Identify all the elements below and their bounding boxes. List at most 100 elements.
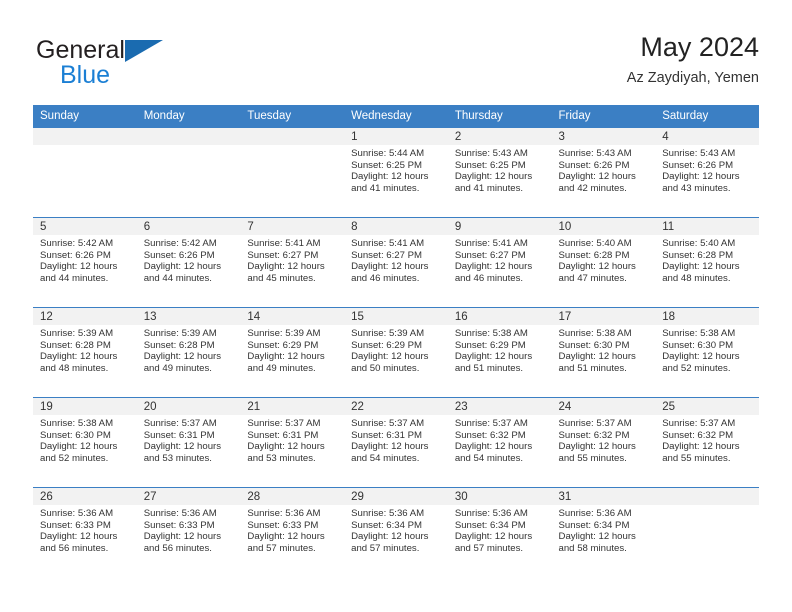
day-sunset-text: Sunset: 6:29 PM [247,339,319,351]
day-daylight-1-text: Daylight: 12 hours [558,441,636,453]
day-sun-info: Sunrise: 5:41 AM Sunset: 6:27 PM Daylight:… [240,235,344,284]
day-number: 20 [136,398,241,415]
day-number [240,128,345,145]
calendar-day-cell[interactable]: 22 Sunrise: 5:37 AM Sunset: 6:31 PM Dayligh… [344,397,448,488]
calendar-day-cell[interactable]: 13 Sunrise: 5:39 AM Sunset: 6:28 PM Dayligh… [136,307,241,398]
day-sunset-text: Sunset: 6:29 PM [454,339,526,351]
day-sun-info [33,145,137,148]
day-cell-content: 12 Sunrise: 5:39 AM Sunset: 6:28 PM Dayligh… [33,308,137,396]
calendar-day-cell[interactable]: 1 Sunrise: 5:44 AM Sunset: 6:25 PM Daylight… [344,127,448,218]
calendar-day-cell[interactable]: 23 Sunrise: 5:37 AM Sunset: 6:32 PM Dayligh… [447,397,552,488]
day-cell-content: 10 Sunrise: 5:40 AM Sunset: 6:28 PM Dayligh… [551,218,656,306]
day-sunset-text: Sunset: 6:28 PM [40,339,111,351]
calendar-day-cell[interactable]: 29 Sunrise: 5:36 AM Sunset: 6:34 PM Dayligh… [344,487,448,578]
calendar-day-cell[interactable]: 17 Sunrise: 5:38 AM Sunset: 6:30 PM Dayligh… [551,307,656,398]
day-daylight-1-text: Daylight: 12 hours [143,351,222,363]
calendar-day-cell[interactable]: 6 Sunrise: 5:42 AM Sunset: 6:26 PM Daylight… [136,217,241,308]
calendar-day-cell[interactable]: 12 Sunrise: 5:39 AM Sunset: 6:28 PM Dayligh… [33,307,137,398]
day-cell-content: 16 Sunrise: 5:38 AM Sunset: 6:29 PM Dayligh… [447,308,552,396]
day-cell-content: 24 Sunrise: 5:37 AM Sunset: 6:32 PM Dayligh… [551,398,656,486]
day-cell-content: 15 Sunrise: 5:39 AM Sunset: 6:29 PM Dayligh… [344,308,448,396]
calendar-day-cell[interactable]: 10 Sunrise: 5:40 AM Sunset: 6:28 PM Dayligh… [551,217,656,308]
day-number: 6 [136,218,241,235]
day-cell-content [136,128,241,216]
day-sunset-text: Sunset: 6:31 PM [143,429,215,441]
day-sunset-text: Sunset: 6:27 PM [351,249,423,261]
day-cell-content: 5 Sunrise: 5:42 AM Sunset: 6:26 PM Daylight… [33,218,137,306]
calendar-day-cell[interactable]: 28 Sunrise: 5:36 AM Sunset: 6:33 PM Dayligh… [240,487,345,578]
day-sun-info: Sunrise: 5:42 AM Sunset: 6:26 PM Daylight:… [33,235,137,284]
calendar-day-cell[interactable]: 21 Sunrise: 5:37 AM Sunset: 6:31 PM Dayligh… [240,397,345,488]
day-sunrise-text: Sunrise: 5:42 AM [143,238,217,249]
day-number: 26 [33,488,137,505]
calendar-day-cell[interactable]: 27 Sunrise: 5:36 AM Sunset: 6:33 PM Dayligh… [136,487,241,578]
calendar-day-cell[interactable]: 19 Sunrise: 5:38 AM Sunset: 6:30 PM Dayligh… [33,397,137,488]
calendar-day-cell[interactable]: 24 Sunrise: 5:37 AM Sunset: 6:32 PM Dayligh… [551,397,656,488]
calendar-day-cell[interactable]: 30 Sunrise: 5:36 AM Sunset: 6:34 PM Dayligh… [447,487,552,578]
weekday-header-tuesday: Tuesday [240,105,345,128]
calendar-day-cell[interactable]: 16 Sunrise: 5:38 AM Sunset: 6:29 PM Dayligh… [447,307,552,398]
day-sunrise-text: Sunrise: 5:39 AM [143,328,217,339]
calendar-day-cell[interactable]: 3 Sunrise: 5:43 AM Sunset: 6:26 PM Daylight… [551,127,656,218]
day-number: 14 [240,308,345,325]
day-sunrise-text: Sunrise: 5:41 AM [351,238,425,249]
day-daylight-2-text: and 43 minutes. [662,182,731,194]
day-cell-content: 14 Sunrise: 5:39 AM Sunset: 6:29 PM Dayligh… [240,308,345,396]
day-sunset-text: Sunset: 6:28 PM [662,249,734,261]
calendar-day-cell[interactable]: 14 Sunrise: 5:39 AM Sunset: 6:29 PM Dayligh… [240,307,345,398]
day-daylight-2-text: and 57 minutes. [454,542,524,554]
title-block: May 2024 Az Zaydiyah, Yemen [627,30,759,89]
day-number: 12 [33,308,137,325]
day-sun-info [240,145,344,148]
calendar-day-cell[interactable]: 7 Sunrise: 5:41 AM Sunset: 6:27 PM Daylight… [240,217,345,308]
day-sunrise-text: Sunrise: 5:43 AM [454,148,528,159]
day-sun-info: Sunrise: 5:37 AM Sunset: 6:32 PM Daylight:… [448,415,552,464]
day-daylight-2-text: and 55 minutes. [662,452,731,464]
day-sunset-text: Sunset: 6:26 PM [143,249,215,261]
day-daylight-2-text: and 54 minutes. [454,452,524,464]
day-daylight-2-text: and 56 minutes. [40,542,109,554]
day-daylight-1-text: Daylight: 12 hours [247,441,325,453]
calendar-day-cell[interactable]: 15 Sunrise: 5:39 AM Sunset: 6:29 PM Dayligh… [344,307,448,398]
day-sun-info: Sunrise: 5:44 AM Sunset: 6:25 PM Daylight:… [344,145,448,194]
logo-text-general: General [36,36,125,64]
calendar-day-cell[interactable]: 26 Sunrise: 5:36 AM Sunset: 6:33 PM Dayligh… [33,487,137,578]
calendar-day-cell[interactable]: 5 Sunrise: 5:42 AM Sunset: 6:26 PM Daylight… [33,217,137,308]
day-cell-content: 25 Sunrise: 5:37 AM Sunset: 6:32 PM Dayligh… [655,398,759,486]
day-daylight-1-text: Daylight: 12 hours [247,351,325,363]
blue-triangle-icon [125,40,163,62]
calendar-day-cell[interactable]: 8 Sunrise: 5:41 AM Sunset: 6:27 PM Daylight… [344,217,448,308]
day-cell-content [33,128,137,216]
calendar-day-cell[interactable]: 11 Sunrise: 5:40 AM Sunset: 6:28 PM Dayligh… [655,217,759,308]
day-sun-info: Sunrise: 5:37 AM Sunset: 6:31 PM Daylight:… [240,415,344,464]
day-number: 29 [344,488,448,505]
day-number: 30 [447,488,552,505]
day-sunset-text: Sunset: 6:34 PM [351,519,423,531]
weekday-header-wednesday: Wednesday [344,105,448,128]
calendar-day-cell[interactable]: 9 Sunrise: 5:41 AM Sunset: 6:27 PM Daylight… [447,217,552,308]
calendar-day-cell[interactable]: 31 Sunrise: 5:36 AM Sunset: 6:34 PM Dayligh… [551,487,656,578]
day-sunset-text: Sunset: 6:30 PM [662,339,734,351]
day-cell-content [655,488,759,576]
calendar-day-cell[interactable]: 18 Sunrise: 5:38 AM Sunset: 6:30 PM Dayligh… [655,307,759,398]
day-sunrise-text: Sunrise: 5:36 AM [454,508,528,519]
day-daylight-2-text: and 52 minutes. [40,452,109,464]
day-sunrise-text: Sunrise: 5:43 AM [558,148,632,159]
day-daylight-2-text: and 49 minutes. [247,362,316,374]
weekday-header-friday: Friday [551,105,656,128]
day-sun-info: Sunrise: 5:38 AM Sunset: 6:30 PM Daylight:… [552,325,656,374]
day-daylight-1-text: Daylight: 12 hours [351,531,429,543]
day-number: 15 [344,308,448,325]
day-sunrise-text: Sunrise: 5:44 AM [351,148,425,159]
day-daylight-2-text: and 41 minutes. [454,182,524,194]
day-sunrise-text: Sunrise: 5:43 AM [662,148,736,159]
calendar-day-cell[interactable]: 20 Sunrise: 5:37 AM Sunset: 6:31 PM Dayligh… [136,397,241,488]
day-sunrise-text: Sunrise: 5:41 AM [454,238,528,249]
logo-text-blue: Blue [60,61,111,89]
day-daylight-2-text: and 46 minutes. [454,272,524,284]
calendar-day-cell[interactable]: 2 Sunrise: 5:43 AM Sunset: 6:25 PM Daylight… [447,127,552,218]
calendar-day-cell[interactable]: 25 Sunrise: 5:37 AM Sunset: 6:32 PM Dayligh… [655,397,759,488]
calendar-day-cell[interactable]: 4 Sunrise: 5:43 AM Sunset: 6:26 PM Daylight… [655,127,759,218]
day-sunset-text: Sunset: 6:31 PM [351,429,423,441]
day-cell-content: 23 Sunrise: 5:37 AM Sunset: 6:32 PM Dayligh… [447,398,552,486]
